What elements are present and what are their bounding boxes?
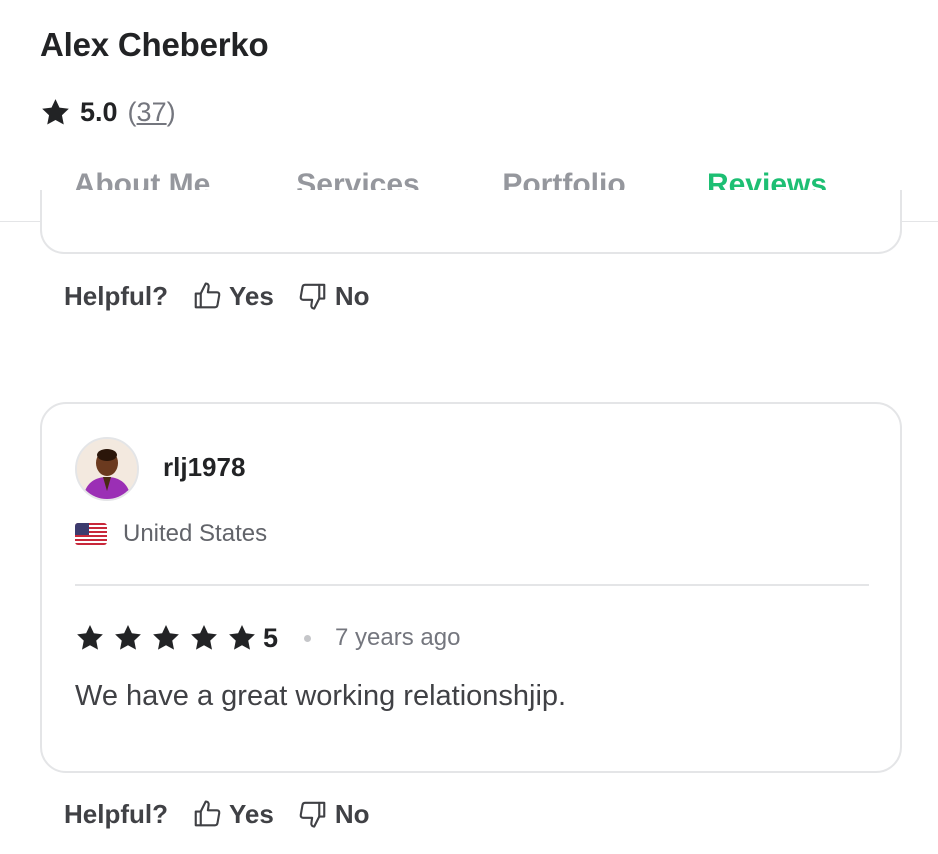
review-card: rlj1978 United States 5 7 years ago We h… <box>40 402 902 773</box>
helpful-yes-label: Yes <box>229 798 274 829</box>
thumbs-down-icon <box>298 281 328 311</box>
helpful-label: Helpful? <box>64 798 168 829</box>
review-score: 5 <box>263 622 279 653</box>
helpful-label: Helpful? <box>64 280 168 311</box>
star-icon <box>151 623 181 653</box>
seller-name: Alex Cheberko <box>40 26 269 63</box>
helpful-yes-label: Yes <box>229 280 274 311</box>
helpful-row: Helpful? Yes No <box>64 276 370 316</box>
helpful-row: Helpful? Yes No <box>64 794 370 834</box>
review-text: We have a great working relationshjip. <box>75 680 567 712</box>
rating-score: 5.0 <box>80 96 118 127</box>
divider <box>75 584 869 586</box>
helpful-no-label: No <box>334 798 370 829</box>
us-flag-icon <box>75 523 107 545</box>
helpful-yes-button[interactable]: Yes <box>192 281 274 312</box>
star-icon <box>113 623 143 653</box>
helpful-no-button[interactable]: No <box>298 799 370 830</box>
review-time: 7 years ago <box>335 624 461 651</box>
separator-dot <box>304 634 312 642</box>
reviewer-name[interactable]: rlj1978 <box>163 452 245 483</box>
star-icon <box>189 623 219 653</box>
seller-profile-page: Alex Cheberko 5.0 (37) About Me Services… <box>0 0 938 854</box>
reviewer-avatar[interactable] <box>75 437 139 501</box>
seller-rating: 5.0 (37) <box>40 92 176 132</box>
star-icon <box>40 97 71 128</box>
reviewer-country: United States <box>75 518 267 550</box>
country-name: United States <box>123 520 268 547</box>
helpful-no-label: No <box>334 280 370 311</box>
helpful-yes-button[interactable]: Yes <box>192 799 274 830</box>
review-count: (37) <box>127 96 176 127</box>
thumbs-up-icon <box>192 799 222 829</box>
thumbs-down-icon <box>298 799 328 829</box>
helpful-no-button[interactable]: No <box>298 281 370 312</box>
star-icon <box>75 623 105 653</box>
thumbs-up-icon <box>192 281 222 311</box>
star-rating <box>75 623 265 653</box>
previous-review-card <box>40 190 902 254</box>
star-icon <box>227 623 257 653</box>
review-count-link[interactable]: 37 <box>137 97 167 127</box>
review-rating: 5 7 years ago <box>75 620 460 656</box>
